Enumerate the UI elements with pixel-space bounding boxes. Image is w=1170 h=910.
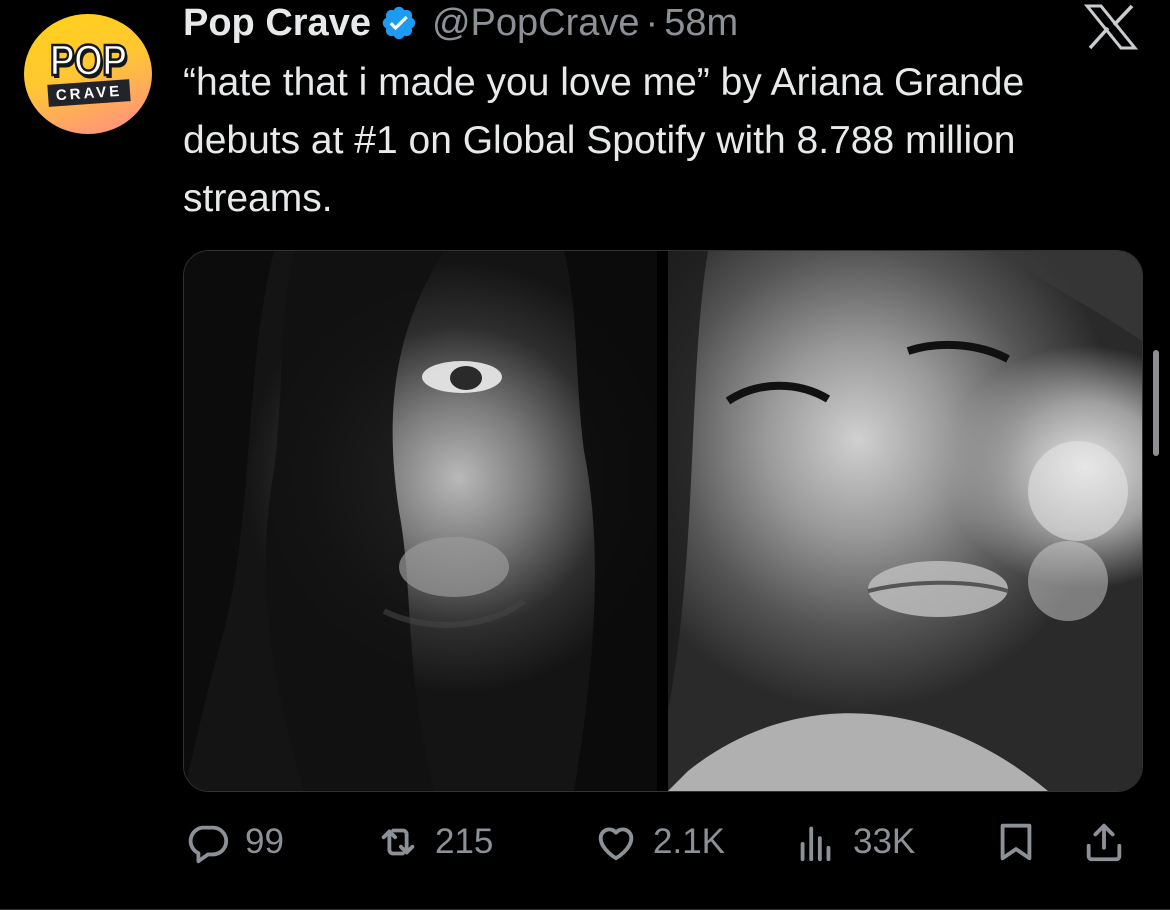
media-gap — [657, 251, 668, 791]
views-count: 33K — [853, 822, 916, 861]
views-icon — [800, 826, 831, 862]
share-button[interactable] — [1081, 814, 1127, 870]
share-icon — [1086, 823, 1122, 862]
scrollbar[interactable] — [1153, 350, 1159, 456]
action-bar: 99 215 2.1K 33K — [183, 814, 1143, 870]
media-grid — [183, 250, 1143, 792]
views-button[interactable]: 33K — [793, 814, 915, 870]
bookmark-button[interactable] — [993, 814, 1039, 870]
photo-2[interactable] — [668, 251, 1142, 791]
photo-1[interactable] — [184, 251, 657, 791]
avatar-logo-crave-banner: CRAVE — [47, 79, 131, 107]
like-button[interactable]: 2.1K — [593, 814, 725, 870]
author-handle[interactable]: @PopCrave — [432, 2, 640, 45]
reply-icon — [188, 825, 229, 864]
tweet-header: Pop Crave @PopCrave · 58m — [183, 0, 738, 46]
tweet[interactable]: POP CRAVE Pop Crave @PopCrave · 58m “hat… — [0, 0, 1170, 910]
avatar-logo-crave: CRAVE — [55, 82, 123, 104]
verified-badge-icon[interactable] — [380, 4, 418, 42]
repost-button[interactable]: 215 — [375, 814, 493, 870]
separator-dot: · — [645, 1, 659, 44]
like-count: 2.1K — [653, 822, 725, 861]
like-icon — [598, 827, 634, 861]
repost-count: 215 — [435, 822, 494, 861]
bookmark-icon — [1000, 823, 1032, 861]
avatar[interactable]: POP CRAVE — [24, 14, 152, 134]
timestamp[interactable]: 58m — [664, 2, 738, 45]
author-name[interactable]: Pop Crave — [183, 2, 371, 45]
x-logo-icon[interactable] — [1083, 4, 1139, 50]
tweet-text: “hate that i made you love me” by Ariana… — [183, 61, 1025, 220]
reply-count: 99 — [245, 822, 284, 861]
reply-button[interactable]: 99 — [185, 814, 284, 870]
repost-icon — [381, 828, 415, 856]
